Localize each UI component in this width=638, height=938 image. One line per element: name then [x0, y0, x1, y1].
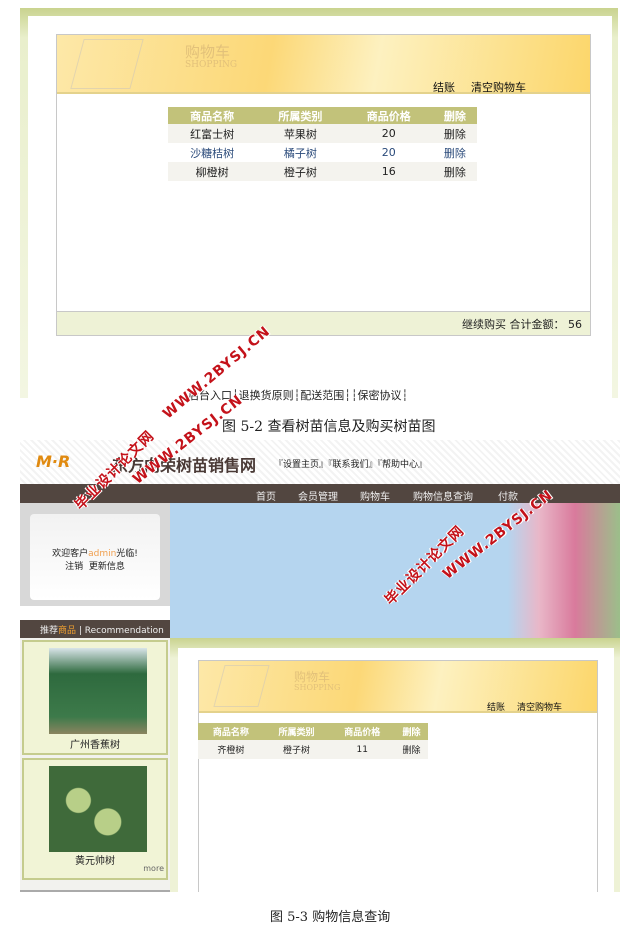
nav-member[interactable]: 会员管理 — [298, 488, 338, 503]
cart-title: 购物车 — [185, 43, 231, 61]
table-cell: 16 — [344, 162, 433, 181]
table-cell: 20 — [344, 124, 433, 143]
footer-links[interactable]: 后台入口┆退换货原则┆配送范围┆┆保密协议┆ — [188, 387, 408, 403]
recommendation-header: 推荐商品 | Recommendation — [20, 620, 170, 638]
rec-label: 推荐 — [40, 626, 59, 636]
update-info-link[interactable]: 更新信息 — [89, 562, 125, 572]
delete-link[interactable]: 删除 — [395, 740, 428, 759]
column-header: 商品名称 — [168, 107, 257, 124]
cart-panel: 购物车 SHOPPING 结账 清空购物车 继续购买 合计金额： 56 — [56, 34, 591, 336]
product-card[interactable]: 黄元帅树 more — [22, 758, 168, 880]
table-cell: 橙子树 — [263, 740, 330, 759]
shopping-cart-icon — [70, 39, 144, 89]
cart-banner: 购物车 SHOPPING 结账 清空购物车 — [57, 35, 590, 94]
table-row: 柳橙树 橙子树 16 删除 — [168, 162, 477, 181]
product-image[interactable] — [49, 648, 147, 734]
welcome-suffix: 光临! — [116, 549, 138, 559]
table-cell: 齐橙树 — [198, 740, 264, 759]
product-image[interactable] — [49, 766, 147, 852]
logout-link[interactable]: 注销 — [65, 562, 83, 572]
cart-title: 购物车 — [294, 670, 331, 684]
table-cell: 橙子树 — [256, 162, 345, 181]
cart-footer: 继续购买 合计金额： 56 — [57, 311, 590, 335]
clear-cart-link[interactable]: 清空购物车 — [517, 703, 562, 713]
nav-pay[interactable]: 付款 — [498, 488, 518, 503]
cart-panel: 购物车 SHOPPING 结账 清空购物车 — [198, 660, 598, 892]
table-cell: 沙糖桔树 — [190, 146, 235, 160]
user-panel: 欢迎客户admin光临! 注销 更新信息 — [20, 503, 170, 620]
table-cell: 柳橙树 — [168, 162, 257, 181]
checkout-link[interactable]: 结账 — [433, 81, 455, 94]
product-name[interactable]: 广州香蕉树 — [24, 736, 166, 751]
checkout-link[interactable]: 结账 — [487, 703, 505, 713]
table-row: 红富士树 苹果树 20 删除 — [168, 124, 477, 143]
figure-caption: 图 5-2 查看树苗信息及购买树苗图 — [222, 419, 436, 435]
total-label: 合计金额： — [509, 318, 565, 331]
clear-cart-link[interactable]: 清空购物车 — [471, 81, 526, 94]
cart-table: 商品名称 所属类别 商品价格 删除 红富士树 苹果树 20 删除 沙糖桔树 橘子树 20 删除 柳橙树橙… — [168, 107, 477, 181]
column-header: 商品价格 — [329, 723, 396, 740]
banner-image — [170, 503, 620, 638]
column-header: 删除 — [432, 107, 477, 124]
table-cell: 20 — [381, 146, 396, 159]
welcome-text: 欢迎客户 — [52, 549, 89, 559]
column-header: 商品价格 — [344, 107, 433, 124]
rec-label-en: | Recommendation — [78, 626, 164, 636]
column-header: 所属类别 — [256, 107, 345, 124]
total-value: 56 — [568, 318, 582, 331]
figure-caption: 图 5-3 购物信息查询 — [270, 910, 391, 925]
rec-label-accent: 商品 — [58, 626, 77, 636]
delete-link[interactable]: 删除 — [432, 162, 477, 181]
nav-cart[interactable]: 购物车 — [360, 488, 390, 503]
table-row: 齐橙树 橙子树 11 删除 — [198, 740, 428, 759]
product-card[interactable]: 广州香蕉树 — [22, 640, 168, 755]
table-cell: 橘子树 — [283, 146, 317, 160]
column-header: 商品名称 — [198, 723, 264, 740]
table-cell: 苹果树 — [256, 124, 345, 143]
order-table: 商品名称 所属类别 商品价格 删除 齐橙树 橙子树 11 删除 — [198, 723, 428, 759]
site-logo: M·R — [36, 452, 71, 471]
cart-banner: 购物车 SHOPPING 结账 清空购物车 — [199, 661, 597, 713]
column-header: 删除 — [395, 723, 428, 740]
delete-link[interactable]: 删除 — [433, 143, 477, 162]
welcome-card: 欢迎客户admin光临! 注销 更新信息 — [30, 514, 160, 600]
nav-home[interactable]: 首页 — [256, 488, 276, 503]
username: admin — [88, 549, 117, 559]
table-row: 沙糖桔树 橘子树 20 删除 — [168, 143, 477, 162]
column-header: 所属类别 — [263, 723, 330, 740]
top-links[interactable]: 『设置主页』『联系我们』『帮助中心』 — [274, 457, 427, 470]
table-cell: 红富士树 — [168, 124, 257, 143]
continue-shopping-link[interactable]: 继续购买 — [462, 318, 506, 331]
cart-subtitle: SHOPPING — [294, 683, 341, 692]
cart-subtitle: SHOPPING — [185, 60, 238, 70]
table-cell: 11 — [329, 740, 396, 759]
delete-link[interactable]: 删除 — [432, 124, 477, 143]
shopping-cart-icon — [213, 665, 270, 707]
nav-order-query[interactable]: 购物信息查询 — [413, 488, 473, 503]
more-link[interactable]: more — [143, 864, 164, 873]
